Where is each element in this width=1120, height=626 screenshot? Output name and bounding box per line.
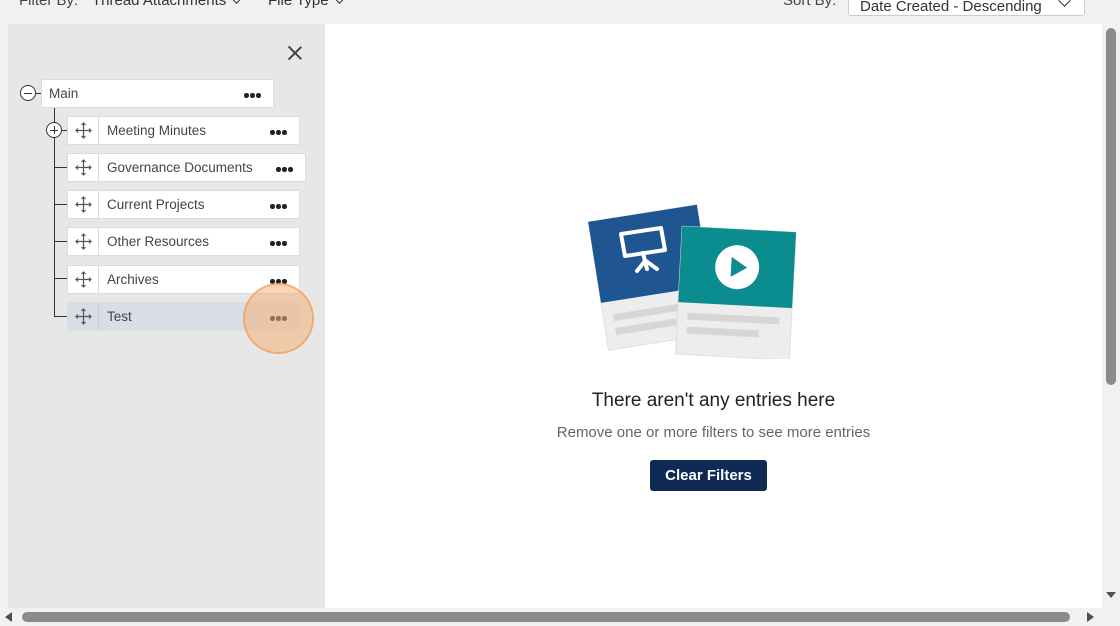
filter-by-label: Filter By: [19,0,79,9]
chevron-down-icon [1058,0,1071,7]
sort-value: Date Created - Descending [860,0,1042,15]
vertical-scroll-thumb[interactable] [1106,28,1116,385]
tree-node-label: Archives [107,272,159,287]
tree-node-governance-documents[interactable]: Governance Documents [67,153,306,182]
file-type-dropdown[interactable]: File Type [268,0,346,9]
filter-bar: Filter By: Thread Attachments File Type … [0,0,1102,24]
tree-node-main[interactable]: Main [41,79,274,108]
move-handle[interactable] [68,228,99,255]
move-handle[interactable] [68,266,99,293]
tree-node-label: Governance Documents [107,160,253,175]
empty-state-subtitle: Remove one or more filters to see more e… [556,424,871,441]
sort-by-label: Sort By: [783,0,837,9]
more-options-icon[interactable] [266,121,290,141]
tree-connector [54,204,67,205]
folder-tree-panel: Main Meeting Minutes Governance Document… [8,24,325,608]
clear-filters-button[interactable]: Clear Filters [650,460,767,491]
tree-node-label: Test [107,309,132,324]
more-options-icon[interactable] [266,270,290,290]
thread-attachments-dropdown[interactable]: Thread Attachments [92,0,244,9]
close-icon[interactable] [287,45,303,61]
scroll-right-arrow-icon[interactable] [1087,612,1094,622]
tree-node-label: Meeting Minutes [107,123,207,138]
collapse-minus-icon[interactable] [20,85,36,101]
more-options-icon[interactable] [266,195,290,215]
empty-state-title: There aren't any entries here [591,390,836,411]
more-options-icon[interactable] [266,307,290,327]
move-icon [75,196,92,213]
tree-connector [54,316,67,317]
sort-select[interactable]: Date Created - Descending [848,0,1085,16]
expand-plus-icon[interactable] [46,122,62,138]
vertical-scrollbar[interactable] [1102,24,1120,608]
move-handle[interactable] [68,303,99,330]
more-options-icon[interactable] [266,232,290,252]
move-icon [75,159,92,176]
move-icon [75,233,92,250]
chevron-down-icon [230,0,244,4]
tree-node-label: Other Resources [107,234,210,249]
thread-attachments-label: Thread Attachments [92,0,227,9]
tree-connector [54,241,67,242]
tree-node-other-resources[interactable]: Other Resources [67,227,300,256]
horizontal-scrollbar[interactable] [0,608,1120,626]
move-handle[interactable] [68,117,99,144]
entries-panel: There aren't any entries here Remove one… [325,24,1102,608]
tree-node-archives[interactable]: Archives [67,265,300,294]
tree-node-label: Current Projects [107,197,205,212]
move-handle[interactable] [68,154,99,181]
move-icon [75,308,92,325]
tree-node-current-projects[interactable]: Current Projects [67,190,300,219]
tree-node-label: Main [49,86,79,101]
more-options-icon[interactable] [240,84,264,104]
more-options-icon[interactable] [272,158,296,178]
empty-state-illustration [587,204,797,359]
file-type-label: File Type [268,0,329,9]
move-icon [75,271,92,288]
tree-connector [54,278,67,279]
scroll-down-arrow-icon[interactable] [1106,592,1116,598]
scroll-left-arrow-icon[interactable] [5,612,12,622]
tree-node-meeting-minutes[interactable]: Meeting Minutes [67,116,300,145]
tree-connector [54,167,67,168]
chevron-down-icon [332,0,346,4]
move-icon [75,122,92,139]
horizontal-scroll-thumb[interactable] [22,612,1070,622]
move-handle[interactable] [68,191,99,218]
tree-node-test[interactable]: Test [67,302,300,331]
